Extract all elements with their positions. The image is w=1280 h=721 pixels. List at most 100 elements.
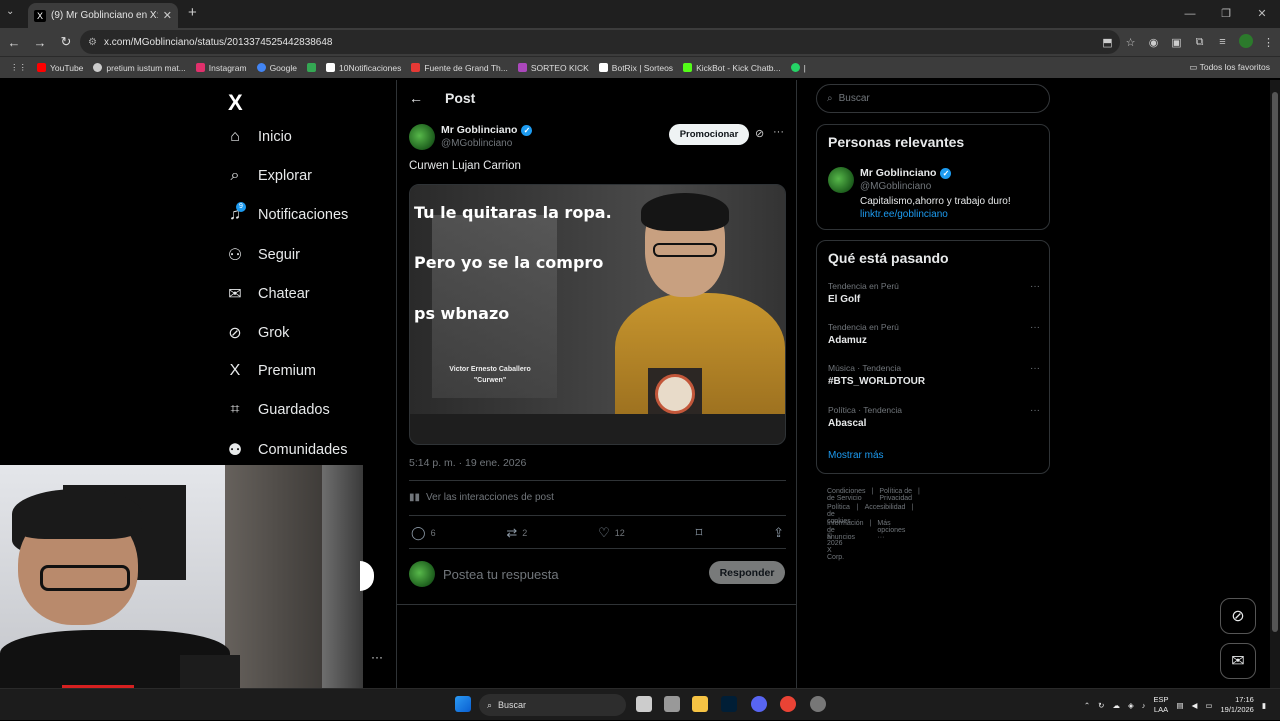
- photoshop-icon[interactable]: [721, 696, 737, 712]
- nav-communities[interactable]: ⚉ Comunidades: [224, 440, 348, 460]
- nav-chat[interactable]: ✉ Chatear: [224, 284, 309, 304]
- nav-notifications[interactable]: ♫ 9 Notificaciones: [224, 202, 348, 224]
- back-arrow-icon[interactable]: ←: [409, 90, 423, 106]
- discord-icon[interactable]: [751, 696, 767, 712]
- apps-icon[interactable]: ⋮⋮: [10, 62, 27, 73]
- bookmark-extension[interactable]: [306, 63, 316, 72]
- messages-fab-button[interactable]: ✉: [1220, 643, 1256, 679]
- more-options-icon[interactable]: ···: [1030, 322, 1040, 333]
- nav-bookmarks[interactable]: ⌗ Guardados: [224, 401, 329, 419]
- clock[interactable]: 17:16 19/1/2026: [1220, 695, 1253, 715]
- author-name[interactable]: Mr Goblinciano: [441, 124, 517, 136]
- reply-input[interactable]: Postea tu respuesta: [443, 567, 559, 582]
- x-logo[interactable]: X: [228, 90, 243, 116]
- site-info-icon[interactable]: ⚙: [88, 37, 97, 48]
- relevant-person[interactable]: Mr Goblinciano ✓ @MGoblinciano Capitalism…: [828, 167, 1011, 220]
- profile-avatar[interactable]: [1234, 33, 1257, 51]
- bookmark-button[interactable]: ⌑: [696, 525, 703, 541]
- tab-search-icon[interactable]: ⌄: [6, 6, 14, 17]
- more-options-icon[interactable]: ···: [1030, 363, 1040, 374]
- rel-link[interactable]: linktr.ee/goblinciano: [860, 209, 1011, 220]
- author-handle[interactable]: @MGoblinciano: [441, 138, 532, 149]
- share-button[interactable]: ⇪: [773, 525, 784, 541]
- trend-item[interactable]: Tendencia en Perú Adamuz ···: [828, 322, 1040, 346]
- windows-start-icon[interactable]: [455, 696, 471, 712]
- file-explorer-icon[interactable]: [692, 696, 708, 712]
- avatar[interactable]: [828, 167, 854, 193]
- view-interactions[interactable]: ▮▮ Ver las interacciones de post: [409, 492, 554, 503]
- bookmark-kickbot[interactable]: KickBot - Kick Chatb...: [683, 63, 781, 73]
- bookmark-10notificaciones[interactable]: 10Notificaciones: [325, 63, 401, 73]
- app-icon[interactable]: [664, 696, 680, 712]
- trend-item[interactable]: Tendencia en Perú El Golf ···: [828, 281, 1040, 305]
- post-timestamp[interactable]: 5:14 p. m. · 19 ene. 2026: [409, 457, 526, 469]
- show-more-link[interactable]: Mostrar más: [828, 450, 884, 461]
- reply-composer[interactable]: Postea tu respuesta: [409, 561, 559, 587]
- bookmark-botrix[interactable]: BotRix | Sorteos: [598, 63, 673, 73]
- battery-icon[interactable]: ▭: [1205, 701, 1212, 710]
- post-author[interactable]: Mr Goblinciano ✓ @MGoblinciano: [409, 124, 533, 150]
- bookmark-instagram[interactable]: Instagram: [195, 63, 247, 73]
- taskbar-search[interactable]: ⌕ Buscar: [479, 694, 626, 716]
- mic-icon[interactable]: ♪: [1142, 701, 1146, 710]
- nav-home[interactable]: ⌂ Inicio: [224, 128, 292, 146]
- app-icon[interactable]: [810, 696, 826, 712]
- reading-list-icon[interactable]: ≡: [1211, 36, 1234, 48]
- post-media[interactable]: Tu le quitaras la ropa. Pero yo se la co…: [409, 184, 786, 445]
- forward-icon[interactable]: →: [28, 35, 52, 50]
- trend-item[interactable]: Política · Tendencia Abascal ···: [828, 405, 1040, 429]
- reload-icon[interactable]: ↻: [54, 34, 78, 50]
- more-options-icon[interactable]: ···: [773, 126, 784, 138]
- close-tab-icon[interactable]: ✕: [163, 9, 172, 22]
- notifications-icon[interactable]: ▮: [1262, 701, 1266, 710]
- rel-name[interactable]: Mr Goblinciano: [860, 167, 936, 179]
- reply-submit-button[interactable]: Responder: [709, 561, 785, 584]
- network-icon[interactable]: ▤: [1177, 701, 1184, 710]
- back-icon[interactable]: ←: [2, 35, 26, 50]
- terms-link[interactable]: Condiciones de Servicio: [827, 488, 866, 502]
- browser-tab[interactable]: X (9) Mr Goblinciano en X: "Curw ✕: [28, 3, 178, 28]
- all-bookmarks[interactable]: ▭ Todos los favoritos: [1189, 62, 1270, 73]
- chevron-up-icon[interactable]: ⌃: [1084, 701, 1090, 710]
- extension-icon[interactable]: ◉: [1142, 36, 1165, 49]
- extensions-puzzle-icon[interactable]: ⧉: [1188, 36, 1211, 49]
- nav-premium[interactable]: X Premium: [224, 362, 316, 380]
- avatar[interactable]: [409, 124, 435, 150]
- bookmark-star-icon[interactable]: ☆: [1119, 36, 1142, 49]
- language-indicator[interactable]: ESP LAA: [1154, 695, 1169, 715]
- grok-fab-button[interactable]: ⊘: [1220, 598, 1256, 634]
- bookmark-google[interactable]: Google: [256, 63, 297, 73]
- promote-button[interactable]: Promocionar: [669, 124, 749, 145]
- page-scrollbar[interactable]: [1270, 80, 1280, 688]
- sync-icon[interactable]: ↻: [1098, 701, 1104, 710]
- meme-image[interactable]: Tu le quitaras la ropa. Pero yo se la co…: [410, 185, 785, 414]
- nav-grok[interactable]: ⊘ Grok: [224, 323, 289, 343]
- bookmark-whatsapp[interactable]: |: [790, 63, 806, 73]
- nav-explore[interactable]: ⌕ Explorar: [224, 167, 312, 185]
- address-bar[interactable]: ⚙ x.com/MGoblinciano/status/201337452544…: [80, 30, 1120, 54]
- install-icon[interactable]: ⬒: [1096, 36, 1119, 49]
- reply-button[interactable]: ◯ 6: [411, 525, 436, 541]
- task-view-icon[interactable]: [636, 696, 652, 712]
- search-input[interactable]: ⌕ Buscar: [816, 84, 1050, 113]
- like-button[interactable]: ♡ 12: [598, 525, 625, 541]
- repost-button[interactable]: ⇄ 2: [506, 525, 527, 541]
- bookmark-youtube[interactable]: YouTube: [37, 63, 83, 73]
- more-options-link[interactable]: Más opciones ···: [877, 520, 905, 541]
- more-options-icon[interactable]: ···: [1030, 281, 1040, 292]
- more-options-icon[interactable]: ···: [371, 650, 383, 664]
- extension-2-icon[interactable]: ▣: [1165, 36, 1188, 49]
- bookmark-sorteo-kick[interactable]: SORTEO KICK: [517, 63, 589, 73]
- close-window-icon[interactable]: ✕: [1244, 0, 1280, 28]
- cloud-icon[interactable]: ☁: [1112, 701, 1120, 710]
- grok-icon[interactable]: ⊘: [755, 127, 764, 140]
- minimize-icon[interactable]: —: [1172, 0, 1208, 28]
- more-options-icon[interactable]: ···: [1030, 405, 1040, 416]
- menu-icon[interactable]: ⋮: [1257, 36, 1280, 49]
- volume-icon[interactable]: ◀: [1192, 701, 1198, 710]
- nav-follow[interactable]: ⚇ Seguir: [224, 245, 300, 265]
- new-tab-icon[interactable]: +: [188, 4, 197, 21]
- trend-item[interactable]: Música · Tendencia #BTS_WORLDTOUR ···: [828, 363, 1040, 387]
- bookmark-pretium[interactable]: pretium iustum mat...: [93, 63, 186, 73]
- privacy-link[interactable]: Política de Privacidad: [879, 488, 912, 502]
